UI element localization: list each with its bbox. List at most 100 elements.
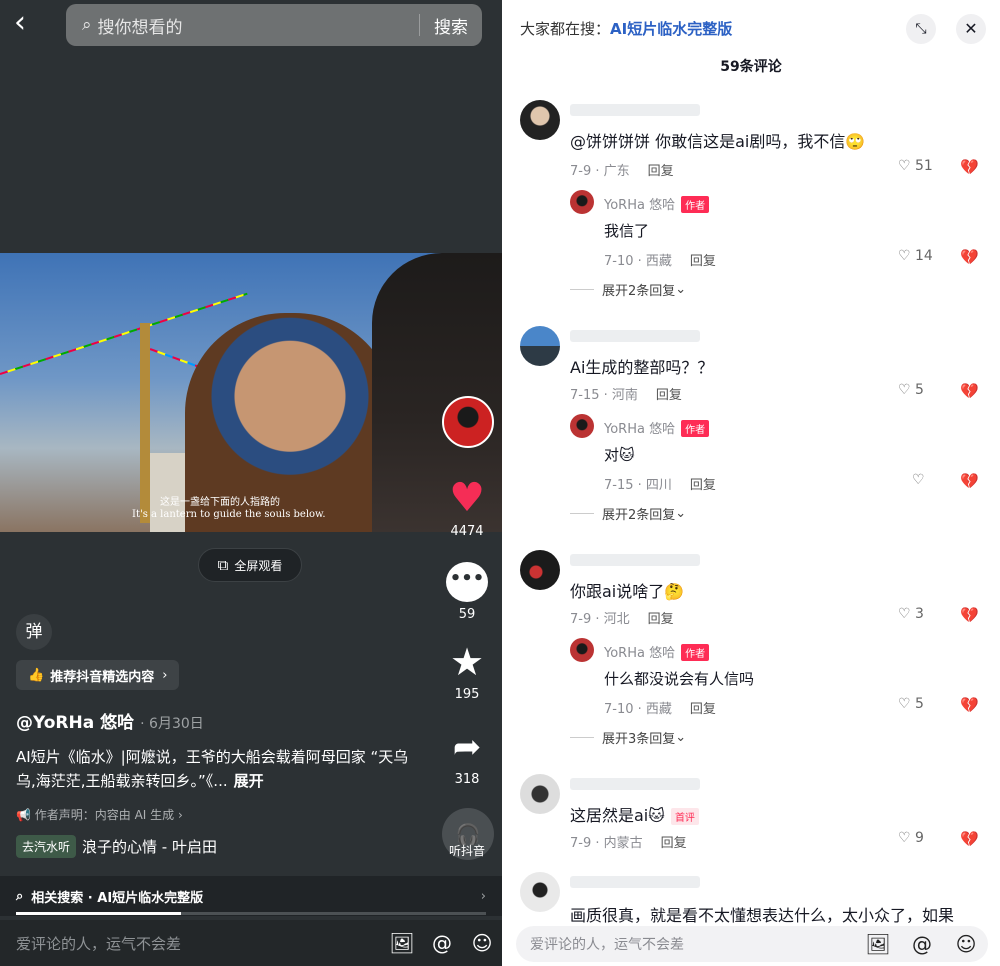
expand-replies[interactable]: 展开3条回复 ⌄ (570, 728, 686, 747)
author-avatar[interactable] (570, 638, 594, 662)
user-avatar[interactable] (520, 326, 560, 366)
chevron-right-icon: › (480, 888, 486, 904)
image-icon[interactable]: 🖼 (382, 931, 422, 955)
reply-author: YoRHa 悠哈 作者 (604, 194, 710, 213)
music-row[interactable]: 去汽水听 浪子的心情 - 叶启田 (16, 835, 217, 858)
close-icon[interactable]: ✕ (956, 14, 986, 44)
user-avatar[interactable] (520, 774, 560, 814)
author-badge: 作者 (681, 196, 710, 213)
like-button[interactable]: ♡ 5 (898, 382, 924, 398)
dislike-icon[interactable]: 💔 (960, 382, 979, 400)
share-count: 318 (454, 772, 480, 787)
like-button[interactable]: ♡ 3 (898, 606, 924, 622)
comment-icon[interactable]: ••• (446, 562, 488, 602)
comment-date: 7-15 · 河南 (570, 388, 638, 403)
author-name[interactable]: @YoRHa 悠哈 (16, 713, 134, 733)
comments-panel: 大家都在搜：AI短片临水完整版 ⤡ ✕ 59条评论 @饼饼饼饼 你敢信这是ai剧… (502, 0, 1000, 966)
ai-declaration[interactable]: 📢 作者声明：内容由 AI 生成 › (16, 806, 183, 823)
author-avatar[interactable] (570, 414, 594, 438)
first-comment-badge: 首评 (670, 808, 699, 825)
like-button[interactable]: ♡ 9 (898, 830, 924, 846)
expand-link[interactable]: 展开 (234, 772, 264, 790)
user-avatar[interactable] (520, 550, 560, 590)
chevron-down-icon: ⌄ (675, 282, 687, 297)
dislike-icon[interactable]: 💔 (960, 248, 979, 266)
dislike-icon[interactable]: 💔 (960, 606, 979, 624)
star-icon[interactable]: ★ (446, 641, 488, 683)
video-progress-bar[interactable] (16, 912, 486, 915)
related-search-text: 相关搜索 · AI短片临水完整版 (31, 890, 204, 906)
trending-keyword[interactable]: AI短片临水完整版 (610, 20, 732, 38)
author-avatar[interactable] (570, 190, 594, 214)
expand-replies[interactable]: 展开2条回复 ⌄ (570, 504, 686, 523)
fullscreen-button[interactable]: ⧉ 全屏观看 (198, 548, 302, 582)
reply-author-name[interactable]: YoRHa 悠哈 (604, 422, 675, 437)
video-frame[interactable]: 这是一盏给下面的人指路的 It's a lantern to guide the… (0, 253, 502, 532)
user-avatar[interactable] (520, 100, 560, 140)
progress-fill (16, 912, 181, 915)
like-button[interactable]: ♡ (912, 472, 925, 488)
chevron-right-icon: › (162, 667, 168, 683)
comment-input[interactable]: 爱评论的人，运气不会差 (16, 933, 382, 954)
like-button[interactable]: ♡ 51 (898, 158, 933, 174)
megaphone-icon: 📢 (16, 808, 35, 822)
dislike-icon[interactable]: 💔 (960, 472, 979, 490)
comment-date: 7-9 · 河北 (570, 612, 630, 627)
reply-button[interactable]: 回复 (656, 388, 682, 403)
reply-date: 7-10 · 西藏 (604, 702, 672, 717)
expand-replies[interactable]: 展开2条回复 ⌄ (570, 280, 686, 299)
comment-meta: 7-9 · 河北 回复 (570, 608, 674, 627)
heart-outline-icon: ♡ (898, 830, 916, 846)
comment-text: @饼饼饼饼 你敢信这是ai剧吗，我不信🙄 (570, 132, 866, 151)
music-tag[interactable]: 去汽水听 (16, 835, 77, 858)
author-badge: 作者 (681, 420, 710, 437)
reply-author-name[interactable]: YoRHa 悠哈 (604, 198, 675, 213)
expand-label: 展开2条回复 (602, 284, 676, 299)
recommend-button[interactable]: 👍 推荐抖音精选内容 › (16, 660, 180, 690)
comment-text: 你跟ai说啥了🤔 (570, 582, 685, 601)
divider (570, 737, 594, 738)
comment-text: 画质很真，就是看不太懂想表达什么，太小众了，如果 (570, 906, 955, 925)
dislike-icon[interactable]: 💔 (960, 158, 979, 176)
author-avatar[interactable] (442, 396, 494, 448)
author-line: @YoRHa 悠哈 · 6月30日 (16, 708, 204, 733)
reply-author-name[interactable]: YoRHa 悠哈 (604, 646, 675, 661)
expand-label: 展开2条回复 (602, 508, 676, 523)
reply-button[interactable]: 回复 (661, 836, 687, 851)
reply-button[interactable]: 回复 (690, 478, 716, 493)
related-search-bar[interactable]: ⌕ 相关搜索 · AI短片临水完整版 › (0, 876, 502, 916)
danmu-toggle[interactable]: 弹 (16, 614, 52, 650)
mention-icon[interactable]: @ (422, 931, 462, 955)
screen: ‹ ⌕ 搜你想看的 搜索 这是一盏给下面的人指路的 It's a lantern… (0, 0, 1000, 966)
dislike-icon[interactable]: 💔 (960, 830, 979, 848)
reply-button[interactable]: 回复 (648, 612, 674, 627)
reply-button[interactable]: 回复 (690, 254, 716, 269)
comment-date: 7-9 · 内蒙古 (570, 836, 643, 851)
emoji-icon[interactable]: ☺ (462, 931, 502, 955)
user-avatar[interactable] (520, 872, 560, 912)
like-button[interactable]: ♡ 14 (898, 248, 933, 264)
back-icon[interactable]: ‹ (14, 8, 46, 40)
search-button[interactable]: 搜索 (420, 13, 482, 38)
chevron-down-icon: ⌄ (675, 730, 687, 745)
trending-search[interactable]: 大家都在搜：AI短片临水完整版 (520, 18, 732, 39)
fullscreen-label: 全屏观看 (234, 558, 283, 573)
image-icon[interactable]: 🖼 (856, 932, 900, 956)
trending-prefix: 大家都在搜： (520, 20, 611, 38)
search-bar[interactable]: ⌕ 搜你想看的 搜索 (66, 4, 482, 46)
heart-icon[interactable]: ♥ (446, 478, 488, 518)
collapse-icon[interactable]: ⤡ (906, 14, 936, 44)
reply-button[interactable]: 回复 (648, 164, 674, 179)
comment-text: Ai生成的整部吗？？ (570, 358, 714, 377)
listen-label: 听抖音 (448, 844, 485, 858)
like-count: 9 (915, 830, 924, 846)
comment-bar: 爱评论的人，运气不会差 🖼 @ ☺ (516, 926, 988, 962)
mention-icon[interactable]: @ (900, 932, 944, 956)
reply-button[interactable]: 回复 (690, 702, 716, 717)
search-input[interactable]: 搜你想看的 (98, 13, 419, 38)
like-button[interactable]: ♡ 5 (898, 696, 924, 712)
share-icon[interactable]: ➦ (446, 726, 488, 768)
comment-input[interactable]: 爱评论的人，运气不会差 (530, 934, 856, 954)
dislike-icon[interactable]: 💔 (960, 696, 979, 714)
emoji-icon[interactable]: ☺ (944, 932, 988, 956)
